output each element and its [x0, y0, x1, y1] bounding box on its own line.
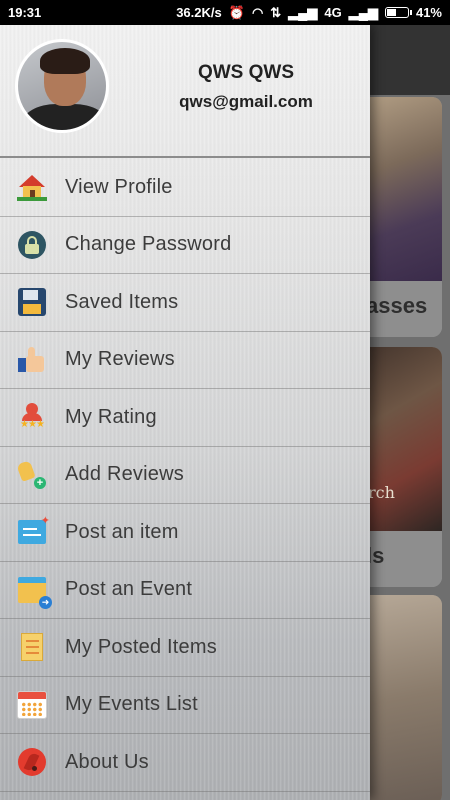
menu-item-post-an-item[interactable]: ✦ Post an item: [0, 504, 370, 562]
menu-item-label: Add Reviews: [65, 463, 184, 486]
data-arrows-icon: ⇅: [270, 4, 282, 20]
menu-item-label: My Reviews: [65, 348, 175, 371]
menu-item-view-profile[interactable]: View Profile: [0, 159, 370, 217]
status-time: 19:31: [8, 5, 42, 20]
network-type: 4G: [324, 5, 342, 20]
house-icon: [17, 172, 47, 202]
menu-item-label: My Posted Items: [65, 635, 217, 658]
menu-item-about-us[interactable]: About Us: [0, 734, 370, 792]
menu-item-my-posted-items[interactable]: My Posted Items: [0, 619, 370, 677]
user-email: qws@gmail.com: [179, 92, 313, 111]
notes-icon: [17, 632, 47, 662]
menu-item-label: Post an item: [65, 520, 179, 543]
wifi-icon: ◠: [251, 4, 264, 20]
menu-item-my-reviews[interactable]: My Reviews: [0, 332, 370, 389]
add-review-icon: +: [16, 459, 47, 490]
about-icon: [17, 747, 47, 777]
network-speed: 36.2K/s: [176, 5, 222, 20]
battery-icon: [384, 7, 412, 18]
drawer-header: QWS QWS qws@gmail.com: [0, 25, 370, 158]
rating-stars-icon: ★★★: [17, 402, 47, 432]
battery-fill: [386, 9, 396, 16]
menu-item-change-password[interactable]: Change Password: [0, 217, 370, 274]
signal-icon: ▂▄▆: [348, 4, 378, 20]
avatar-body: [22, 104, 106, 130]
calendar-icon: [17, 690, 47, 720]
drawer-menu: View Profile Change Password Saved Items…: [0, 159, 370, 792]
user-name: QWS QWS: [197, 62, 295, 83]
menu-item-label: Saved Items: [65, 290, 179, 313]
floppy-disk-icon: [17, 287, 47, 317]
menu-item-add-reviews[interactable]: + Add Reviews: [0, 447, 370, 504]
avatar-hair: [40, 48, 90, 74]
post-event-icon: ➜: [17, 575, 52, 609]
menu-item-label: My Events List: [65, 693, 198, 716]
lock-icon: [17, 230, 47, 260]
status-icons: 36.2K/s ⏰ ◠ ⇅ ▂▄▆ 4G ▂▄▆ 41%: [176, 5, 442, 21]
avatar[interactable]: [15, 39, 109, 133]
menu-item-label: Post an Event: [65, 578, 193, 601]
alarm-icon: ⏰: [228, 4, 245, 20]
battery-percent: 41%: [415, 5, 442, 20]
menu-item-label: About Us: [65, 750, 149, 773]
menu-item-my-events-list[interactable]: My Events List: [0, 677, 370, 734]
menu-item-label: My Rating: [65, 405, 157, 428]
navigation-drawer: QWS QWS qws@gmail.com View Profile Chang…: [0, 25, 370, 800]
menu-item-saved-items[interactable]: Saved Items: [0, 274, 370, 332]
card-overlay-text: rch: [368, 483, 395, 502]
menu-item-label: Change Password: [65, 233, 232, 256]
thumbs-up-icon: [17, 345, 47, 375]
status-bar: 19:31 36.2K/s ⏰ ◠ ⇅ ▂▄▆ 4G ▂▄▆ 41%: [0, 0, 450, 25]
post-item-icon: ✦: [17, 515, 50, 547]
signal-icon: ▂▄▆: [288, 4, 318, 20]
menu-item-my-rating[interactable]: ★★★ My Rating: [0, 389, 370, 447]
menu-item-label: View Profile: [65, 175, 173, 198]
menu-item-post-an-event[interactable]: ➜ Post an Event: [0, 562, 370, 619]
